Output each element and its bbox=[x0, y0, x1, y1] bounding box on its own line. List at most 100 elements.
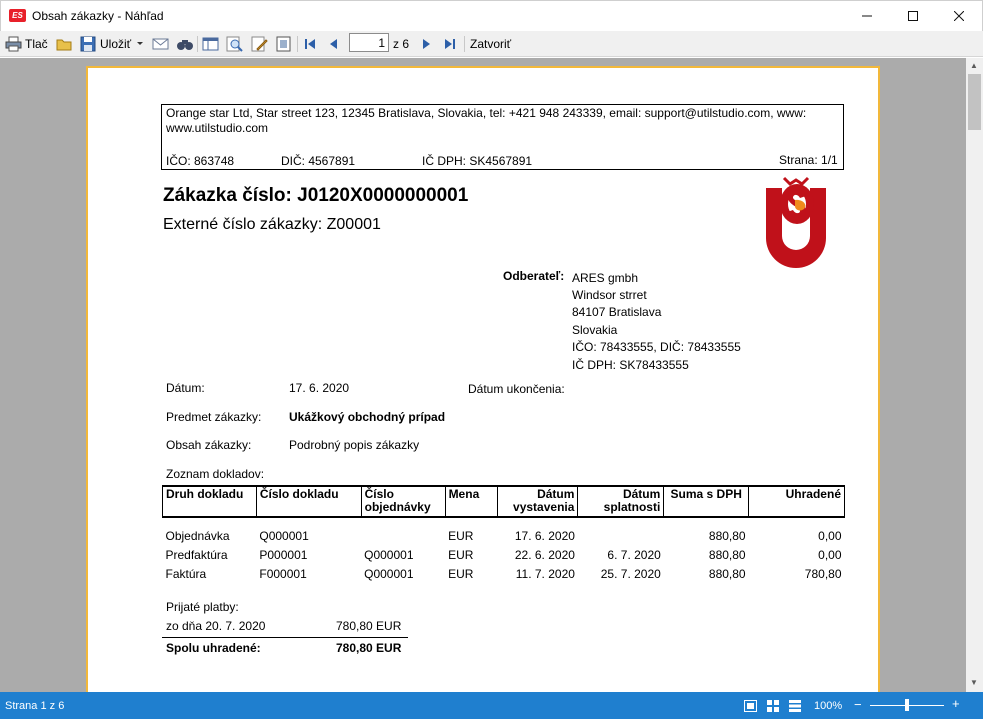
customer-line: Slovakia bbox=[572, 323, 618, 337]
continuous-view-icon[interactable] bbox=[789, 700, 801, 712]
table-row: Predfaktúra P000001 Q000001 EUR 22. 6. 2… bbox=[163, 546, 845, 565]
binoculars-icon bbox=[177, 40, 193, 50]
zoom-out-button[interactable]: − bbox=[854, 697, 862, 712]
table-cell: 17. 6. 2020 bbox=[514, 529, 575, 543]
close-button[interactable] bbox=[936, 1, 982, 31]
table-cell: 780,80 bbox=[804, 567, 842, 581]
table-cell: EUR bbox=[448, 567, 474, 581]
payment-amount: 780,80 EUR bbox=[336, 619, 402, 633]
order-title: Zákazka číslo: J0120X0000000001 bbox=[163, 185, 469, 206]
print-button[interactable]: Tlač bbox=[5, 34, 48, 54]
date-label: Dátum: bbox=[166, 381, 205, 395]
payments-divider bbox=[162, 637, 408, 638]
toolbar-separator bbox=[197, 36, 198, 52]
page-indicator: Strana: 1/1 bbox=[779, 153, 838, 167]
column-header: Dátum splatnosti bbox=[577, 485, 665, 518]
find-button[interactable] bbox=[176, 34, 194, 54]
column-header: Suma s DPH bbox=[663, 485, 750, 518]
table-cell: 0,00 bbox=[818, 529, 842, 543]
save-dropdown[interactable] bbox=[136, 34, 144, 54]
maximize-button[interactable] bbox=[890, 1, 936, 31]
company-dic: DIČ: 4567891 bbox=[281, 154, 356, 168]
report-page: Orange star Ltd, Star street 123, 12345 … bbox=[86, 66, 880, 692]
column-header: Číslo objednávky bbox=[360, 485, 446, 518]
app-icon: ES bbox=[9, 9, 26, 22]
email-button[interactable] bbox=[152, 34, 169, 54]
table-cell: 880,80 bbox=[708, 567, 746, 581]
table-cell: 880,80 bbox=[708, 548, 746, 562]
single-page-view-icon[interactable] bbox=[744, 700, 757, 712]
column-header: Druh dokladu bbox=[162, 485, 257, 518]
scroll-up-icon[interactable]: ▲ bbox=[970, 61, 978, 70]
window-title: Obsah zákazky - Náhľad bbox=[32, 9, 164, 23]
table-cell: 25. 7. 2020 bbox=[600, 567, 661, 581]
zoom-in-button[interactable]: + bbox=[952, 696, 960, 711]
total-paid-label: Spolu uhradené: bbox=[166, 641, 261, 655]
minimize-button[interactable] bbox=[844, 1, 890, 31]
last-page-button[interactable] bbox=[443, 34, 457, 54]
documents-table: Druh dokladu Číslo dokladu Číslo objedná… bbox=[162, 485, 845, 584]
customer-line: IČ DPH: SK78433555 bbox=[572, 358, 689, 372]
table-cell bbox=[361, 527, 445, 546]
pencil-icon bbox=[251, 36, 268, 52]
table-cell: Q000001 bbox=[364, 548, 414, 562]
company-website: www.utilstudio.com bbox=[166, 121, 269, 135]
next-page-button[interactable] bbox=[419, 34, 433, 54]
first-page-button[interactable] bbox=[303, 34, 317, 54]
folder-icon bbox=[56, 39, 72, 51]
table-cell: F000001 bbox=[259, 567, 307, 581]
company-info-line: Orange star Ltd, Star street 123, 12345 … bbox=[166, 106, 807, 120]
date-value: 17. 6. 2020 bbox=[289, 381, 350, 395]
column-header: Číslo dokladu bbox=[255, 485, 362, 518]
column-header: Mena bbox=[444, 485, 499, 518]
edit-button[interactable] bbox=[251, 34, 268, 54]
table-cell: P000001 bbox=[259, 548, 308, 562]
save-button[interactable]: Uložiť bbox=[80, 34, 131, 54]
save-label: Uložiť bbox=[100, 37, 132, 51]
column-header: Dátum vystavenia bbox=[497, 485, 579, 518]
payments-label: Prijaté platby: bbox=[166, 600, 239, 614]
page-view-button[interactable] bbox=[275, 34, 292, 54]
scrollbar-thumb[interactable] bbox=[968, 74, 981, 130]
magnifier-icon bbox=[226, 36, 243, 52]
payment-date: zo dňa 20. 7. 2020 bbox=[166, 619, 266, 633]
customer-line: Windsor strret bbox=[572, 288, 647, 302]
multi-page-view-icon[interactable] bbox=[767, 700, 779, 712]
company-ic-dph: IČ DPH: SK4567891 bbox=[422, 154, 533, 168]
caret-down-icon bbox=[137, 42, 143, 45]
page-count: z 6 bbox=[393, 37, 410, 51]
table-row: Objednávka Q000001 EUR 17. 6. 2020 880,8… bbox=[163, 527, 845, 546]
external-order-number: Externé číslo zákazky: Z00001 bbox=[163, 216, 381, 233]
toolbar-separator bbox=[297, 36, 298, 52]
table-cell: Q000001 bbox=[364, 567, 414, 581]
table-cell: Faktúra bbox=[165, 567, 207, 581]
zoom-button[interactable] bbox=[226, 34, 243, 54]
page-number-input[interactable]: 1 bbox=[349, 33, 389, 52]
vertical-scrollbar[interactable]: ▲ ▼ bbox=[966, 58, 983, 692]
preview-area: Orange star Ltd, Star street 123, 12345 … bbox=[0, 58, 966, 692]
minimize-icon bbox=[862, 15, 872, 17]
content-value: Podrobný popis zákazky bbox=[289, 438, 420, 452]
table-row: Faktúra F000001 Q000001 EUR 11. 7. 2020 … bbox=[163, 565, 845, 584]
documents-list-label: Zoznam dokladov: bbox=[166, 467, 265, 481]
utilstudio-logo bbox=[766, 176, 826, 268]
table-cell: 0,00 bbox=[818, 548, 842, 562]
close-preview-button[interactable]: Zatvoriť bbox=[470, 34, 511, 54]
first-page-icon bbox=[305, 39, 315, 49]
open-button[interactable] bbox=[56, 34, 73, 54]
maximize-icon bbox=[908, 11, 918, 21]
print-label: Tlač bbox=[25, 37, 48, 51]
status-bar: Strana 1 z 6 100% − + bbox=[0, 692, 983, 719]
customer-line: IČO: 78433555, DIČ: 78433555 bbox=[572, 340, 741, 354]
scroll-down-icon[interactable]: ▼ bbox=[970, 678, 978, 687]
toolbar: Tlač Uložiť z 6 Zatvoriť bbox=[0, 31, 983, 57]
layout-icon bbox=[202, 37, 219, 51]
close-icon bbox=[954, 11, 964, 21]
page-setup-button[interactable] bbox=[202, 34, 219, 54]
company-ico: IČO: 863748 bbox=[166, 154, 235, 168]
zoom-slider-thumb[interactable] bbox=[905, 699, 909, 711]
table-cell: 11. 7. 2020 bbox=[515, 567, 575, 581]
envelope-icon bbox=[152, 38, 169, 50]
table-cell: Objednávka bbox=[165, 529, 230, 543]
previous-page-button[interactable] bbox=[327, 34, 341, 54]
